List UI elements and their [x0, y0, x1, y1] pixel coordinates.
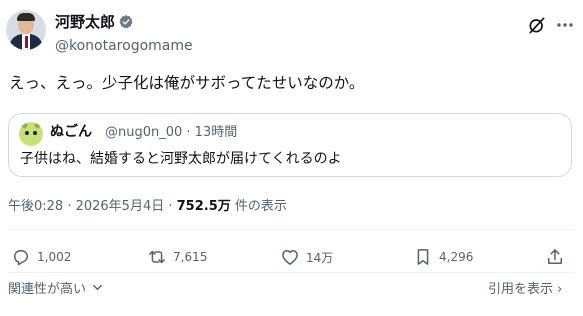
views-count: 752.5万 — [176, 199, 231, 214]
retweet-icon — [149, 250, 165, 264]
grok-icon[interactable] — [527, 15, 547, 35]
chevron-down-icon — [93, 284, 103, 291]
share-button[interactable] — [545, 246, 571, 268]
quote-card[interactable]: ぬごん @nug0n_00 · 13時間 子供はね、結婚すると河野太郎が届けてく… — [8, 113, 572, 177]
verified-badge-icon — [119, 15, 133, 29]
bookmark-count: 4,296 — [439, 250, 474, 264]
author-avatar[interactable] — [6, 10, 46, 50]
quote-text: 子供はね、結婚すると河野太郎が届けてくれるのよ — [20, 151, 342, 167]
like-icon — [282, 250, 298, 265]
tweet-timestamp[interactable]: 午後0:28 · 2026年5月4日 · — [8, 199, 177, 214]
reply-icon — [14, 250, 28, 266]
view-quotes-link[interactable]: 引用を表示 › — [488, 281, 562, 299]
more-icon[interactable] — [556, 22, 574, 28]
divider — [8, 229, 575, 230]
author-name[interactable]: 河野太郎 — [55, 13, 115, 31]
reply-sort-dropdown[interactable]: 関連性が高い — [8, 281, 103, 299]
like-count: 14万 — [306, 250, 334, 265]
tweet-text: えっ、えっ。少子化は俺がサボってたせいなのか。 — [9, 74, 365, 92]
share-icon — [548, 249, 562, 264]
reply-button[interactable]: 1,002 — [11, 246, 71, 268]
tweet-meta: 午後0:28 · 2026年5月4日 · 752.5万 件の表示 — [8, 199, 287, 215]
reply-sort-label: 関連性が高い — [8, 282, 87, 297]
quote-handle-time[interactable]: @nug0n_00 · 13時間 — [105, 124, 237, 142]
divider — [8, 272, 575, 273]
bookmark-button[interactable]: 4,296 — [413, 246, 473, 268]
quote-author-avatar[interactable] — [19, 122, 43, 146]
retweet-button[interactable]: 7,615 — [147, 246, 207, 268]
views-label: 件の表示 — [230, 199, 287, 214]
like-button[interactable]: 14万 — [280, 246, 333, 268]
retweet-count: 7,615 — [173, 250, 208, 264]
quote-author-name[interactable]: ぬごん — [50, 123, 92, 141]
bookmark-icon — [417, 249, 429, 265]
author-handle[interactable]: @konotarogomame — [55, 37, 193, 55]
reply-count: 1,002 — [37, 250, 72, 264]
